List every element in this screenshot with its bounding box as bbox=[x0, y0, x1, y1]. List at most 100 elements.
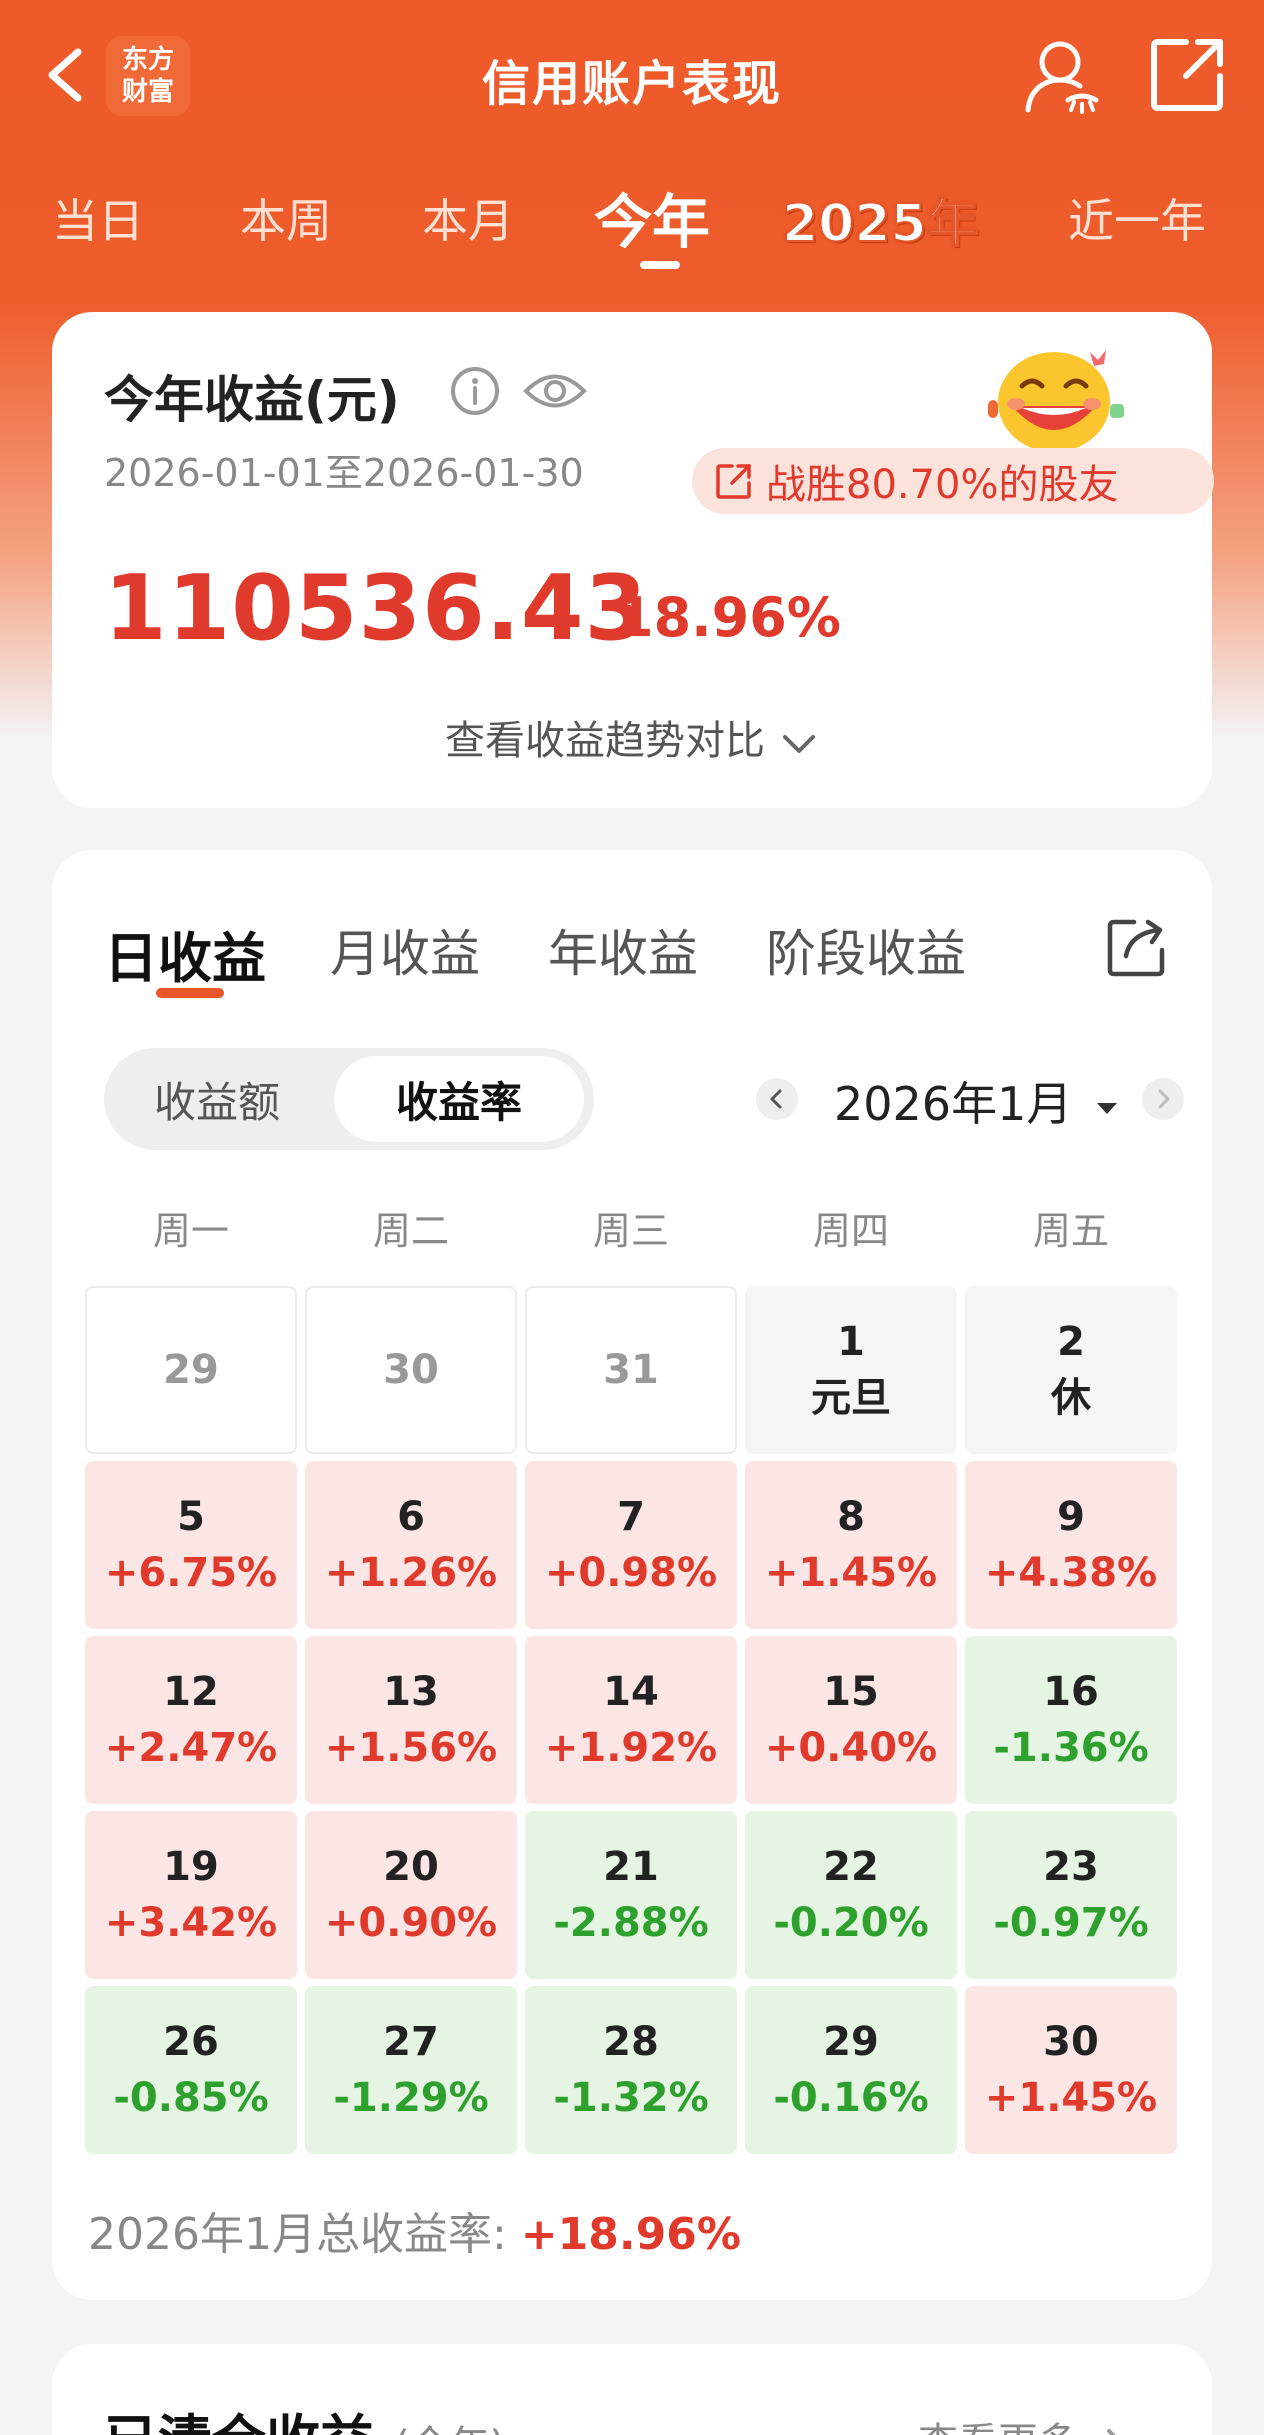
eye-icon[interactable] bbox=[522, 364, 588, 418]
calendar-day-cell: 31 bbox=[525, 1286, 737, 1454]
calendar-day-cell[interactable]: 29 -0.16% bbox=[745, 1986, 957, 2154]
tab-2025[interactable]: 2025年 bbox=[781, 181, 980, 256]
tab-month[interactable]: 本月 bbox=[422, 185, 514, 251]
beat-text: 战胜80.70%的股友 bbox=[766, 462, 1119, 508]
next-month-button[interactable] bbox=[1142, 1078, 1184, 1120]
calendar-day-cell: 30 bbox=[305, 1286, 517, 1454]
day-number: 27 bbox=[383, 2019, 439, 2065]
calendar-day-cell[interactable]: 23 -0.97% bbox=[965, 1811, 1177, 1979]
calendar-day-cell[interactable]: 30 +1.45% bbox=[965, 1986, 1177, 2154]
day-profit-rate: -1.36% bbox=[993, 1725, 1149, 1771]
calendar-day-cell[interactable]: 7 +0.98% bbox=[525, 1461, 737, 1629]
day-number: 23 bbox=[1043, 1844, 1099, 1890]
calendar-day-cell[interactable]: 1 元旦 bbox=[745, 1286, 957, 1454]
calendar-day-cell[interactable]: 15 +0.40% bbox=[745, 1636, 957, 1804]
calendar-day-cell[interactable]: 8 +1.45% bbox=[745, 1461, 957, 1629]
user-button[interactable] bbox=[1022, 36, 1102, 116]
chevron-right-icon bbox=[1106, 2429, 1116, 2435]
toggle-rate[interactable]: 收益率 bbox=[334, 1056, 584, 1142]
calendar-day-cell[interactable]: 26 -0.85% bbox=[85, 1986, 297, 2154]
daily-profit-card: 日收益 月收益 年收益 阶段收益 收益额 收益率 2026年1月 周一 周二 周… bbox=[52, 850, 1212, 2300]
tab-today[interactable]: 当日 bbox=[52, 185, 144, 251]
cleared-title-text: 已清仓收益 bbox=[104, 2409, 374, 2435]
calendar-day-cell[interactable]: 5 +6.75% bbox=[85, 1461, 297, 1629]
tab-this-year[interactable]: 今年 bbox=[594, 175, 710, 259]
day-number: 31 bbox=[603, 1347, 659, 1393]
day-profit-rate: +3.42% bbox=[104, 1900, 278, 1946]
day-profit-rate: -2.88% bbox=[553, 1900, 709, 1946]
day-profit-rate: +0.90% bbox=[324, 1900, 498, 1946]
calendar-day-cell[interactable]: 6 +1.26% bbox=[305, 1461, 517, 1629]
beat-peers-badge[interactable]: 战胜80.70%的股友 bbox=[692, 448, 1214, 514]
day-number: 7 bbox=[617, 1494, 645, 1540]
weekday-label: 周一 bbox=[152, 1209, 229, 1253]
trend-compare-label: 查看收益趋势对比 bbox=[445, 718, 765, 764]
active-tab-indicator bbox=[640, 261, 680, 269]
share-button[interactable] bbox=[1150, 36, 1226, 112]
day-number: 9 bbox=[1057, 1494, 1085, 1540]
month-navigator: 2026年1月 bbox=[704, 1060, 1184, 1140]
calendar-day-cell[interactable]: 14 +1.92% bbox=[525, 1636, 737, 1804]
smiley-mascot-icon bbox=[982, 342, 1132, 452]
tab-daily-profit[interactable]: 日收益 bbox=[104, 914, 266, 993]
tab-stage-profit[interactable]: 阶段收益 bbox=[766, 914, 966, 986]
sub-tab-indicator bbox=[156, 988, 224, 998]
profit-amount: 110536.43 bbox=[104, 556, 649, 661]
holiday-label: 元旦 bbox=[811, 1375, 891, 1421]
calendar-day-cell[interactable]: 9 +4.38% bbox=[965, 1461, 1177, 1629]
day-profit-rate: +1.92% bbox=[544, 1725, 718, 1771]
day-profit-rate: -0.16% bbox=[773, 2075, 929, 2121]
day-profit-rate: +6.75% bbox=[104, 1550, 278, 1596]
metric-toggle: 收益额 收益率 bbox=[104, 1048, 594, 1150]
day-profit-rate: -0.20% bbox=[773, 1900, 929, 1946]
weekday-header: 周一 周二 周三 周四 周五 bbox=[85, 1200, 1179, 1260]
top-bar: 东方 财富 信用账户表现 bbox=[0, 0, 1264, 150]
calendar-day-cell[interactable]: 12 +2.47% bbox=[85, 1636, 297, 1804]
calendar-day-cell[interactable]: 13 +1.56% bbox=[305, 1636, 517, 1804]
prev-month-button[interactable] bbox=[756, 1078, 798, 1120]
day-profit-rate: -1.29% bbox=[333, 2075, 489, 2121]
caret-down-icon bbox=[1096, 1102, 1117, 1114]
cleared-subtitle: (今年) bbox=[394, 2423, 505, 2435]
day-profit-rate: +0.98% bbox=[544, 1550, 718, 1596]
calendar-day-cell[interactable]: 22 -0.20% bbox=[745, 1811, 957, 1979]
tab-week[interactable]: 本周 bbox=[240, 185, 332, 251]
summary-title: 今年收益(元) bbox=[104, 371, 400, 429]
calendar-day-cell[interactable]: 2休 bbox=[965, 1286, 1177, 1454]
day-profit-rate: -0.97% bbox=[993, 1900, 1149, 1946]
day-number: 2 bbox=[1057, 1319, 1085, 1365]
tab-last-year[interactable]: 近一年 bbox=[1068, 185, 1206, 251]
toggle-amount[interactable]: 收益额 bbox=[112, 1056, 322, 1142]
weekday-label: 周五 bbox=[1032, 1209, 1109, 1253]
day-profit-rate: +0.40% bbox=[764, 1725, 938, 1771]
day-number: 13 bbox=[383, 1669, 439, 1715]
tab-yearly-profit[interactable]: 年收益 bbox=[548, 914, 698, 986]
weekday-label: 周二 bbox=[372, 1209, 449, 1253]
day-number: 26 bbox=[163, 2019, 219, 2065]
info-icon[interactable] bbox=[448, 364, 502, 418]
trend-compare-link[interactable]: 查看收益趋势对比 bbox=[52, 708, 1212, 766]
calendar-day-cell[interactable]: 27 -1.29% bbox=[305, 1986, 517, 2154]
day-number: 29 bbox=[823, 2019, 879, 2065]
calendar-day-cell[interactable]: 19 +3.42% bbox=[85, 1811, 297, 1979]
view-more-link[interactable]: 查看更多 bbox=[918, 2410, 1131, 2435]
calendar-day-cell[interactable]: 21 -2.88% bbox=[525, 1811, 737, 1979]
calendar-day-cell[interactable]: 16 -1.36% bbox=[965, 1636, 1177, 1804]
day-profit-rate: +4.38% bbox=[984, 1550, 1158, 1596]
day-profit-rate: +1.26% bbox=[324, 1550, 498, 1596]
calendar-day-cell: 29 bbox=[85, 1286, 297, 1454]
weekday-label: 周三 bbox=[592, 1209, 669, 1253]
day-number: 21 bbox=[603, 1844, 659, 1890]
tab-monthly-profit[interactable]: 月收益 bbox=[330, 914, 480, 986]
calendar-day-cell[interactable]: 28 -1.32% bbox=[525, 1986, 737, 2154]
share-small-icon bbox=[716, 464, 751, 499]
day-number: 8 bbox=[837, 1494, 865, 1540]
export-icon[interactable] bbox=[1106, 916, 1168, 978]
day-number: 28 bbox=[603, 2019, 659, 2065]
day-profit-rate: +2.47% bbox=[104, 1725, 278, 1771]
day-number: 5 bbox=[177, 1494, 205, 1540]
month-selector[interactable]: 2026年1月 bbox=[834, 1068, 1121, 1134]
calendar-day-cell[interactable]: 20 +0.90% bbox=[305, 1811, 517, 1979]
cleared-profit-title: 已清仓收益 (今年) bbox=[104, 2396, 505, 2435]
day-number: 1 bbox=[837, 1319, 865, 1365]
